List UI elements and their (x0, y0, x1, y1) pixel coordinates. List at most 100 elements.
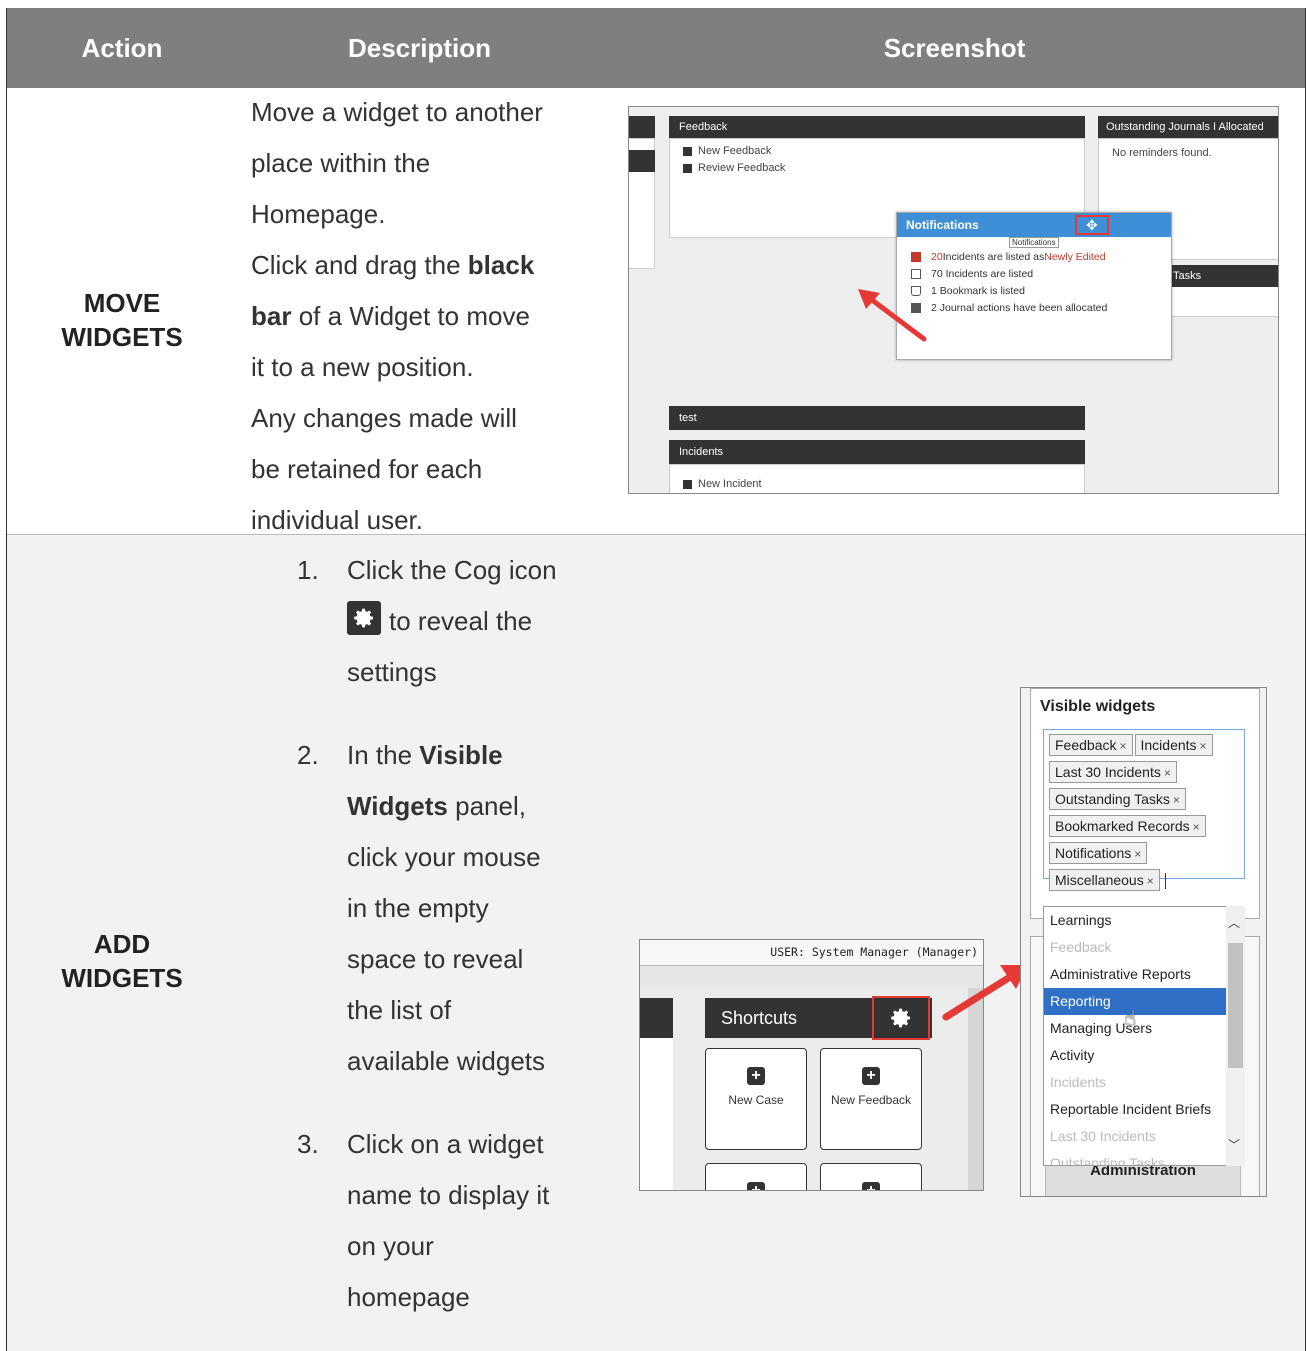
feedback-widget-bar[interactable]: Feedback (669, 116, 1085, 138)
step-text: space to reveal (347, 944, 524, 974)
toolbar-strip (640, 966, 983, 988)
dropdown-option: Incidents (1050, 1074, 1107, 1090)
notification-incidents[interactable]: 70 Incidents are listed (911, 268, 1033, 280)
dropdown-option[interactable]: Administrative Reports (1044, 961, 1244, 988)
step-text-part: In the (347, 740, 420, 770)
dropdown-scroll-thumb[interactable] (1228, 943, 1243, 1068)
step-bold: Widgets (347, 791, 448, 821)
step-bold: Visible (419, 740, 503, 770)
remove-chip-icon[interactable]: × (1173, 793, 1180, 807)
notification-journal[interactable]: 2 Journal actions have been allocated (911, 302, 1107, 314)
widget-chip[interactable]: Outstanding Tasks × (1049, 788, 1186, 810)
dropdown-option[interactable]: Managing Users (1044, 1015, 1244, 1042)
widget-chip[interactable]: Last 30 Incidents × (1049, 761, 1177, 783)
chevron-down-icon[interactable]: ﹀ (1228, 1136, 1240, 1153)
desc-line: Homepage. (251, 199, 386, 229)
desc-text: Click and drag the (251, 250, 468, 280)
widget-dropdown-list[interactable]: Learnings Feedback Administrative Reports R… (1043, 906, 1245, 1166)
desc-bold: bar (251, 301, 292, 331)
notification-newly-edited[interactable]: 20 Incidents are listed as Newly Edited (911, 251, 1106, 263)
step-number: 1. (297, 555, 319, 585)
test-widget-bar[interactable]: test (669, 406, 1085, 430)
new-incident-link[interactable]: New Incident (683, 478, 762, 490)
remove-chip-icon[interactable]: × (1119, 739, 1126, 753)
screenshot-move-widgets: Feedback New Feedback Review Feedback Ou… (628, 106, 1279, 494)
instruction-table: Action Description Screenshot MOVE WIDGE… (6, 8, 1306, 1351)
chip-label: Miscellaneous (1055, 872, 1144, 888)
step-number: 3. (297, 1129, 319, 1159)
new-feedback-link[interactable]: New Feedback (683, 145, 771, 157)
partial-widget-bar (629, 116, 655, 138)
edit-icon (683, 163, 692, 173)
remove-chip-icon[interactable]: × (1164, 766, 1171, 780)
shortcut-new-feedback[interactable]: + New Feedback (820, 1048, 922, 1150)
header-action: Action (81, 33, 163, 63)
step-text: settings (347, 657, 437, 687)
dropdown-option[interactable]: Reporting (1044, 988, 1244, 1015)
cog-icon (347, 601, 381, 635)
chip-label: Bookmarked Records (1055, 818, 1190, 834)
desc-line: Click and drag the black (251, 240, 591, 291)
step-text: In the Visible (347, 730, 607, 781)
dropdown-option[interactable]: Learnings (1044, 907, 1244, 934)
desc-line: it to a new position. (251, 352, 474, 382)
plus-icon (683, 146, 692, 156)
screenshot-visible-widgets: Visible widgets Feedback × Incidents × Last … (1020, 687, 1267, 1197)
step-2: 2. In the Visible Widgets panel, click y… (297, 730, 607, 1087)
plus-icon: + (862, 1182, 880, 1190)
widget-chip[interactable]: Feedback × (1049, 734, 1133, 756)
shortcut-tile[interactable]: + (820, 1163, 922, 1190)
outstanding-journals-bar[interactable]: Outstanding Journals I Allocated (1098, 116, 1278, 138)
step-text: homepage (347, 1282, 470, 1312)
add-widget-steps: 1. Click the Cog icon to reveal the sett… (297, 545, 607, 1323)
dropdown-option: Outstanding Tasks (1050, 1155, 1165, 1166)
chip-label: Incidents (1140, 737, 1197, 753)
no-reminders-text: No reminders found. (1112, 147, 1212, 159)
remove-chip-icon[interactable]: × (1147, 874, 1154, 888)
envelope-icon (911, 269, 921, 279)
notif-text: 1 Bookmark is listed (931, 285, 1025, 297)
desc-line: place within the (251, 148, 431, 178)
incidents-widget-bar[interactable]: Incidents (669, 440, 1085, 464)
count: 20 (931, 251, 943, 263)
step-number: 2. (297, 740, 319, 770)
widget-select-input[interactable]: Feedback × Incidents × Last 30 Incidents × Out… (1043, 729, 1245, 891)
link-text: Review Feedback (698, 162, 786, 174)
dropdown-option[interactable]: Reportable Incident Briefs (1044, 1096, 1244, 1123)
action-line: WIDGETS (61, 963, 183, 993)
review-feedback-link[interactable]: Review Feedback (683, 162, 785, 174)
action-line: MOVE (83, 288, 161, 318)
shortcut-new-case[interactable]: + New Case (705, 1048, 807, 1150)
move-description: Move a widget to another place within th… (251, 87, 591, 546)
cog-icon[interactable] (889, 1006, 913, 1030)
plus-icon (683, 479, 692, 489)
shortcut-tile[interactable]: + (705, 1163, 807, 1190)
widget-chip[interactable]: Miscellaneous × (1049, 869, 1160, 891)
remove-chip-icon[interactable]: × (1200, 739, 1207, 753)
dropdown-option[interactable]: Activity (1044, 1042, 1244, 1069)
table-header: Action Description Screenshot (7, 8, 1305, 88)
remove-chip-icon[interactable]: × (1193, 820, 1200, 834)
tile-label: New Case (728, 1093, 784, 1107)
step-text: name to display it (347, 1180, 550, 1210)
notifications-bar[interactable]: Notifications ✥ (897, 213, 1171, 237)
widget-chip[interactable]: Notifications × (1049, 842, 1148, 864)
notifications-widget[interactable]: Notifications ✥ Notifications 20 Inciden… (896, 212, 1172, 360)
desc-line: Move a widget to another (251, 97, 543, 127)
widget-chip[interactable]: Bookmarked Records × (1049, 815, 1206, 837)
step-text: click your mouse (347, 842, 541, 872)
row-move-widgets: MOVE WIDGETS Move a widget to another pl… (7, 88, 1305, 535)
step-text: on your (347, 1231, 434, 1261)
step-text: Click on a widget (347, 1129, 544, 1159)
step-text: to reveal the (347, 596, 607, 647)
plus-icon: + (747, 1182, 765, 1190)
step-1: 1. Click the Cog icon to reveal the sett… (297, 545, 607, 698)
step-text-part: to reveal the (389, 606, 533, 636)
notif-text: 70 Incidents are listed (931, 268, 1034, 280)
widget-chip[interactable]: Incidents × (1134, 734, 1213, 756)
chip-label: Last 30 Incidents (1055, 764, 1161, 780)
dropdown-option: Feedback (1050, 939, 1112, 955)
remove-chip-icon[interactable]: × (1134, 847, 1141, 861)
desc-bold: black (467, 250, 535, 280)
chevron-up-icon[interactable]: ︿ (1228, 914, 1240, 931)
